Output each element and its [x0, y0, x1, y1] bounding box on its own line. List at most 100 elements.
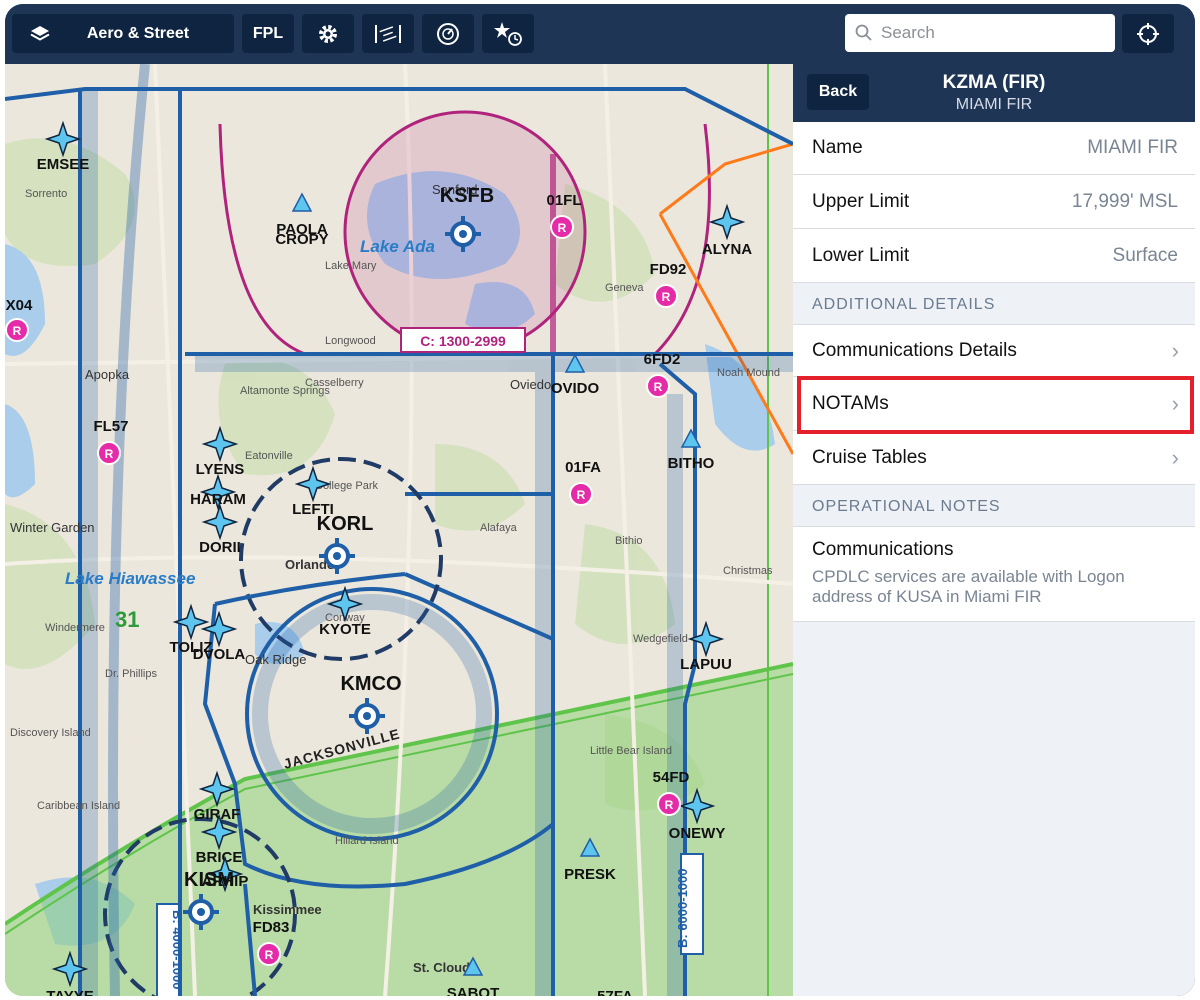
panel-subtitle: MIAMI FIR	[955, 96, 1033, 113]
operational-note-row: Communications CPDLC services are availa…	[793, 526, 1195, 622]
waypoint-cropy[interactable]: CROPY	[275, 231, 328, 248]
town-label: Casselberry	[305, 377, 364, 389]
row-label: Cruise Tables	[812, 446, 927, 468]
waypoint-label: OVIDO	[551, 380, 600, 397]
airport-center-dot	[333, 552, 341, 560]
field-glyph: R	[265, 948, 274, 962]
search-input[interactable]	[879, 22, 1103, 44]
field-glyph: R	[665, 798, 674, 812]
detail-label: Upper Limit	[812, 190, 910, 212]
waypoint-label: KYOTE	[319, 621, 371, 638]
private-field-label: 6FD2	[644, 351, 681, 368]
waypoint-label: 57FA	[597, 988, 633, 996]
chevron-right-icon: ›	[1171, 337, 1179, 363]
star-clock-icon	[494, 21, 522, 46]
chart-number-label: 31	[115, 607, 139, 632]
town-label: Little Bear Island	[590, 745, 672, 757]
svg-text:B: 4000-1000: B: 4000-1000	[170, 910, 185, 990]
weather-button[interactable]	[362, 14, 414, 53]
locate-button[interactable]	[1122, 14, 1174, 53]
airport-center-dot	[459, 230, 467, 238]
waypoint-57fa[interactable]: 57FA	[597, 988, 633, 996]
layers-label: Aero & Street	[86, 24, 190, 42]
search-box[interactable]	[845, 14, 1115, 52]
field-glyph: R	[558, 221, 567, 235]
town-label: Windermere	[45, 622, 105, 634]
private-field-label: FD92	[650, 261, 687, 278]
row-label: Communications Details	[812, 339, 1017, 361]
field-glyph: R	[654, 380, 663, 394]
layers-button[interactable]: Aero & Street	[12, 14, 234, 53]
cruise-tables-row[interactable]: Cruise Tables ›	[793, 431, 1195, 485]
map-canvas[interactable]: C: 1300-2999 B: 4000-1000 B: 6000-1000 J…	[5, 64, 793, 996]
instruments-button[interactable]	[422, 14, 474, 53]
airport-center-dot	[363, 712, 371, 720]
detail-value: MIAMI FIR	[1087, 137, 1178, 158]
class-b-altitude-label-1: B: 4000-1000	[156, 903, 185, 996]
town-label: Eatonville	[245, 450, 293, 462]
waypoint-label: TAYYE	[46, 988, 94, 996]
panel-header: Back KZMA (FIR) MIAMI FIR	[793, 64, 1195, 122]
detail-row-lower-limit: Lower Limit Surface	[793, 229, 1195, 283]
waypoint-label: BITHO	[668, 455, 715, 472]
airport-center-dot	[197, 908, 205, 916]
waypoint-label: LYENS	[196, 461, 245, 478]
town-label: Oviedo	[510, 377, 551, 392]
detail-value: Surface	[1112, 244, 1178, 266]
search-icon	[855, 24, 872, 41]
detail-label: Lower Limit	[812, 244, 910, 266]
town-label: Noah Mound	[717, 367, 780, 379]
communications-details-row[interactable]: Communications Details ›	[793, 324, 1195, 377]
waypoint-label: LAPUU	[680, 656, 732, 673]
settings-button[interactable]	[302, 14, 354, 53]
private-field-label: FL57	[93, 418, 128, 435]
private-field-label: X04	[6, 297, 33, 314]
airport-label: KORL	[317, 513, 374, 535]
town-label: Lake Mary	[325, 260, 377, 272]
note-title: Communications	[812, 539, 954, 560]
section-header-operational: OPERATIONAL NOTES	[812, 498, 1001, 515]
waypoint-label: DORII	[199, 539, 241, 556]
top-toolbar: Aero & Street FPL	[5, 4, 1195, 64]
detail-row-name: Name MIAMI FIR	[793, 122, 1195, 175]
gear-icon	[319, 24, 337, 43]
notams-highlight-box	[797, 376, 1194, 434]
layers-icon	[30, 26, 50, 41]
town-label: Oak Ridge	[245, 652, 306, 667]
waypoint-label: DVOLA	[193, 646, 246, 663]
private-field-label: 54FD	[653, 769, 690, 786]
waypoint-label: EMSEE	[37, 156, 90, 173]
field-glyph: R	[105, 447, 114, 461]
svg-text:B: 6000-1000: B: 6000-1000	[675, 869, 690, 949]
chevron-right-icon: ›	[1171, 444, 1179, 470]
town-label: Bithio	[615, 535, 643, 547]
fpl-button[interactable]: FPL	[242, 14, 294, 53]
airport-label: KMCO	[340, 673, 401, 695]
town-label: Alafaya	[480, 522, 518, 534]
town-label: Longwood	[325, 335, 376, 347]
sectional-map[interactable]: C: 1300-2999 B: 4000-1000 B: 6000-1000 J…	[5, 64, 793, 996]
town-label: Geneva	[605, 282, 644, 294]
app-window: Aero & Street FPL Search C: 1300-2999 B:…	[5, 4, 1195, 996]
town-label: Kissimmee	[253, 902, 322, 917]
private-field-label: FD83	[253, 919, 290, 936]
note-text: CPDLC services are available with Logon …	[812, 567, 1125, 606]
field-glyph: R	[662, 290, 671, 304]
airport-label: KSFB	[440, 185, 494, 207]
section-header-additional: ADDITIONAL DETAILS	[812, 296, 996, 313]
town-label: Apopka	[85, 367, 130, 382]
airport-label: KISM	[184, 869, 234, 891]
waypoint-label: PRESK	[564, 866, 616, 883]
field-glyph: R	[577, 488, 586, 502]
class-b-altitude-label-2: B: 6000-1000	[675, 853, 704, 955]
field-glyph: R	[13, 324, 22, 338]
svg-text:C: 1300-2999: C: 1300-2999	[420, 333, 506, 349]
favorites-recents-button[interactable]	[482, 14, 534, 53]
gauge-icon	[437, 22, 459, 45]
waypoint-label: ALYNA	[702, 241, 752, 258]
crosshair-icon	[1137, 22, 1159, 45]
town-label: Hillard Island	[335, 835, 399, 847]
town-label: Wedgefield	[633, 633, 688, 645]
detail-label: Name	[812, 137, 863, 158]
water-label: Lake Hiawassee	[65, 569, 195, 588]
